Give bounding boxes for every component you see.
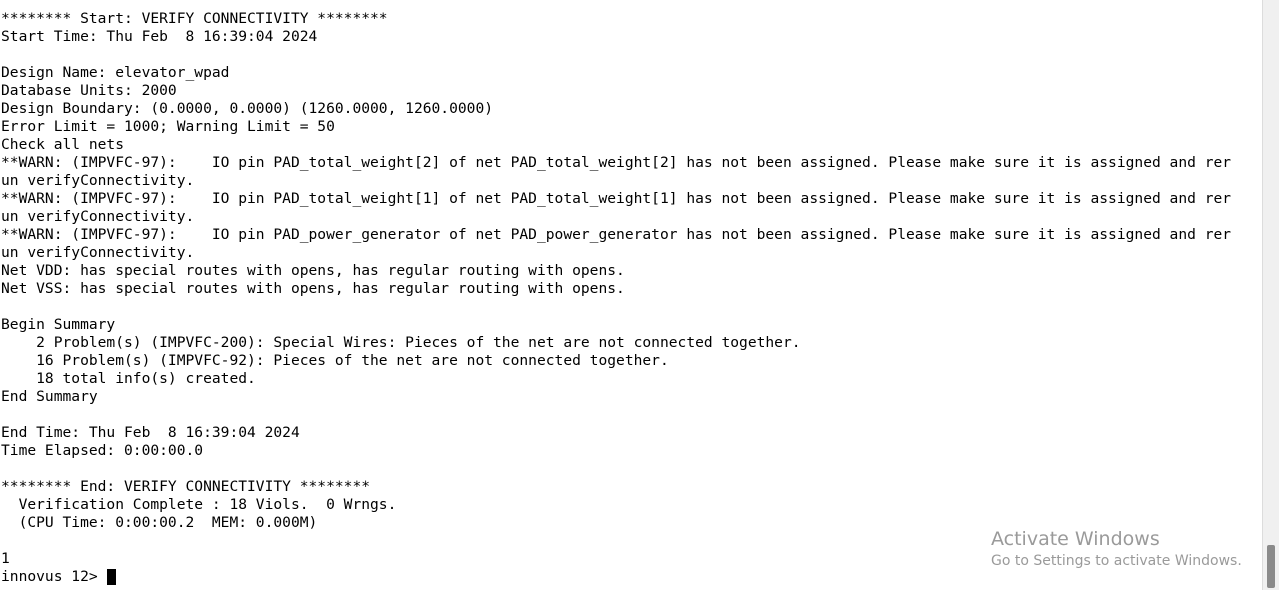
output-line: Error Limit = 1000; Warning Limit = 50 <box>1 118 335 135</box>
output-line: 16 Problem(s) (IMPVFC-92): Pieces of the… <box>1 352 669 369</box>
output-line: Check all nets <box>1 136 125 153</box>
output-line: Design Name: elevator_wpad <box>1 64 230 81</box>
output-line: Database Units: 2000 <box>1 82 177 99</box>
prompt-text: innovus 12> <box>1 568 98 585</box>
output-line: Start Time: Thu Feb 8 16:39:04 2024 <box>1 28 318 45</box>
output-line: Verification Complete : 18 Viols. 0 Wrng… <box>1 496 397 513</box>
output-line: Time Elapsed: 0:00:00.0 <box>1 442 204 459</box>
output-line: 18 total info(s) created. <box>1 370 256 387</box>
output-line: End Summary <box>1 388 98 405</box>
output-line: Net VSS: has special routes with opens, … <box>1 280 625 297</box>
output-line: un verifyConnectivity. <box>1 244 195 261</box>
output-line: End Time: Thu Feb 8 16:39:04 2024 <box>1 424 300 441</box>
output-line: un verifyConnectivity. <box>1 208 195 225</box>
output-line: ******** End: VERIFY CONNECTIVITY ******… <box>1 478 371 495</box>
output-line: 2 Problem(s) (IMPVFC-200): Special Wires… <box>1 334 801 351</box>
scrollbar-thumb[interactable] <box>1267 545 1275 588</box>
terminal-window[interactable]: ******** Start: VERIFY CONNECTIVITY ****… <box>0 0 1262 590</box>
output-line: **WARN: (IMPVFC-97): IO pin PAD_total_we… <box>1 190 1232 207</box>
output-line: Design Boundary: (0.0000, 0.0000) (1260.… <box>1 100 494 117</box>
output-line: Net VDD: has special routes with opens, … <box>1 262 625 279</box>
text-cursor <box>106 569 116 585</box>
output-line: 1 <box>1 550 10 567</box>
output-line: **WARN: (IMPVFC-97): IO pin PAD_power_ge… <box>1 226 1232 243</box>
vertical-scrollbar[interactable] <box>1262 0 1279 590</box>
command-prompt-line[interactable]: innovus 12> <box>1 568 116 586</box>
output-line: **WARN: (IMPVFC-97): IO pin PAD_total_we… <box>1 154 1232 171</box>
terminal-output: ******** Start: VERIFY CONNECTIVITY ****… <box>1 10 1231 568</box>
output-line: ******** Start: VERIFY CONNECTIVITY ****… <box>1 10 388 27</box>
output-line: (CPU Time: 0:00:00.2 MEM: 0.000M) <box>1 514 318 531</box>
output-line: Begin Summary <box>1 316 116 333</box>
output-line: un verifyConnectivity. <box>1 172 195 189</box>
